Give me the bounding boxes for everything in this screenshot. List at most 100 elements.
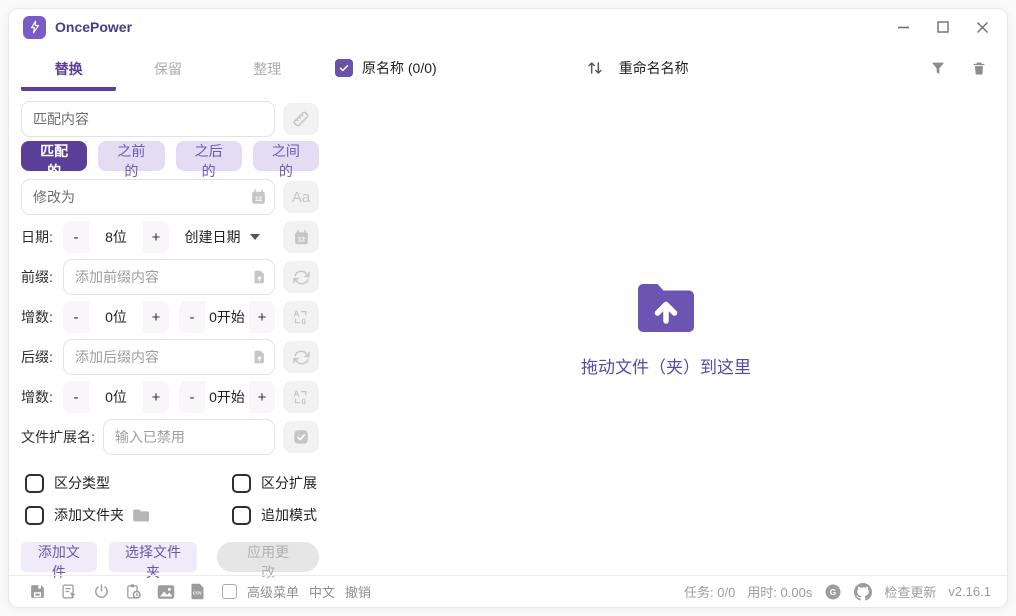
letter-to-number-icon: A0 [292,308,311,327]
trash-icon[interactable] [971,60,987,77]
apply-changes-button[interactable]: 应用更改 [217,542,319,580]
counter2-digits-minus-button[interactable]: - [63,381,89,413]
refresh-icon [292,268,311,287]
maximize-button[interactable] [937,21,949,33]
option-add-folder[interactable]: 添加文件夹 [25,505,232,525]
drop-hint-text: 拖动文件（夹）到这里 [581,357,751,377]
minimize-button[interactable] [897,21,910,34]
app-window: OncePower 替换 保留 整理 匹配内容 匹配的 之前的 之后的 之间的 … [8,8,1008,608]
counter1-format-button[interactable]: A0 [283,301,319,333]
ruler-icon [291,109,311,129]
date-digits-plus-button[interactable]: + [143,221,169,253]
counter1-digits-stepper: - 0位 + [63,301,169,333]
rename-log-icon[interactable] [61,583,78,600]
folder-icon [132,508,150,523]
file-drop-zone[interactable]: 拖动文件（夹）到这里 [325,83,1007,575]
tab-organize[interactable]: 整理 [220,53,315,91]
counter1-digits-plus-button[interactable]: + [143,301,169,333]
suffix-loop-button[interactable] [283,341,319,373]
counter2-digits-value: 0位 [89,381,143,413]
upload-folder-icon [634,281,698,333]
file-list-header: 原名称 (0/0) 重命名名称 [325,53,1007,83]
date-source-select[interactable]: 创建日期 [169,221,275,253]
counter2-digits-stepper: - 0位 + [63,381,169,413]
counter2-start-value: 0开始 [205,381,249,413]
file-upload-icon[interactable] [252,270,267,285]
checkbox-icon[interactable] [232,505,251,525]
tab-keep[interactable]: 保留 [120,53,215,91]
mode-before-button[interactable]: 之前的 [98,141,165,179]
clipboard-history-icon[interactable] [125,583,142,600]
match-content-input[interactable] [21,101,275,137]
prefix-label: 前缀: [21,269,53,285]
option-append-mode[interactable]: 追加模式 [232,505,319,525]
add-files-button[interactable]: 添加文件 [21,542,97,580]
github-icon[interactable] [854,582,873,601]
letter-case-label: Aa [291,188,311,206]
option-distinguish-type[interactable]: 区分类型 [25,473,232,493]
title-bar: OncePower [9,9,1007,45]
gitee-icon[interactable]: G [824,583,842,601]
checkbox-icon[interactable] [232,473,251,493]
counter1-start-minus-button[interactable]: - [179,301,205,333]
mode-between-button[interactable]: 之间的 [252,141,319,179]
choose-folder-button[interactable]: 选择文件夹 [108,542,198,580]
image-preview-icon[interactable] [157,584,175,600]
date-label: 日期: [21,229,53,245]
tab-replace[interactable]: 替换 [21,53,117,91]
sort-icon[interactable] [585,58,605,78]
svg-text:CSV: CSV [193,591,202,596]
counter-label: 增数: [21,309,53,325]
select-all-checkbox[interactable] [335,59,353,77]
match-mode-group: 匹配的 之前的 之后的 之间的 [21,141,319,179]
date-digits-stepper: - 8位 + [63,221,169,253]
date-digits-minus-button[interactable]: - [63,221,89,253]
chevron-down-icon [249,234,260,240]
check-update-link[interactable]: 检查更新 [884,582,936,601]
ruler-button[interactable] [283,103,319,135]
counter2-start-minus-button[interactable]: - [179,381,205,413]
replace-with-input[interactable] [21,179,275,215]
extension-check-button[interactable] [283,421,319,453]
save-icon[interactable] [29,583,46,600]
mode-matched-button[interactable]: 匹配的 [21,141,88,179]
counter2-start-stepper: - 0开始 + [179,381,275,413]
insert-date-button[interactable]: 12 [283,221,319,253]
extension-input[interactable] [102,419,275,455]
mode-after-button[interactable]: 之后的 [175,141,242,179]
advanced-menu-label[interactable]: 高级菜单 [247,582,299,601]
close-button[interactable] [976,21,989,34]
svg-text:A: A [293,309,299,318]
counter2-format-button[interactable]: A0 [283,381,319,413]
file-upload-icon[interactable] [252,350,267,365]
prefix-input[interactable] [63,259,275,295]
date-source-value: 创建日期 [184,229,241,245]
undo-button[interactable]: 撤销 [345,582,371,601]
language-toggle[interactable]: 中文 [309,582,335,601]
checkbox-icon[interactable] [25,473,44,493]
calendar-12-icon[interactable]: 12 [250,189,267,206]
advanced-menu-checkbox[interactable] [222,584,237,599]
counter1-start-plus-button[interactable]: + [249,301,275,333]
date-digits-value: 8位 [89,221,143,253]
suffix-label: 后缀: [21,349,53,365]
power-icon[interactable] [93,583,110,600]
counter2-digits-plus-button[interactable]: + [143,381,169,413]
rename-column-label: 重命名名称 [618,60,689,76]
option-distinguish-extension[interactable]: 区分扩展 [232,473,319,493]
version-label: v2.16.1 [948,584,991,599]
counter1-digits-minus-button[interactable]: - [63,301,89,333]
checkbox-checked-icon [292,428,310,446]
rename-form-panel: 替换 保留 整理 匹配的 之前的 之后的 之间的 [9,45,325,580]
svg-text:0: 0 [301,397,306,406]
counter2-start-plus-button[interactable]: + [249,381,275,413]
checkbox-icon[interactable] [25,505,44,525]
csv-export-icon[interactable]: CSV [190,583,205,600]
counter1-start-stepper: - 0开始 + [179,301,275,333]
suffix-input[interactable] [63,339,275,375]
app-title: OncePower [55,19,133,35]
filter-icon[interactable] [930,60,946,76]
svg-text:G: G [830,588,836,597]
letter-case-button[interactable]: Aa [283,181,319,213]
prefix-loop-button[interactable] [283,261,319,293]
